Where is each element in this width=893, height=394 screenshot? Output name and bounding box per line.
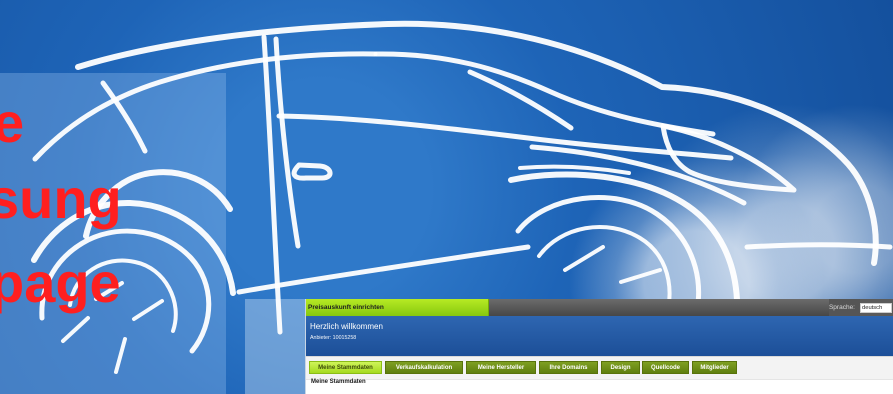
top-bar: Preisauskunft einrichten Sprache: deutsc… (306, 299, 893, 316)
welcome-header: Herzlich willkommen Anbieter: 10015258 (306, 316, 893, 356)
language-select[interactable]: deutsch (860, 302, 892, 313)
top-bar-spacer (489, 299, 829, 316)
tabs-row: Meine Stammdaten Verkaufskalkulation Mei… (306, 356, 893, 380)
section-title: Meine Stammdaten (311, 379, 366, 385)
tab-ihre-domains[interactable]: Ihre Domains (539, 361, 598, 374)
hero-red-text-line-2: sung (0, 167, 122, 230)
hero-red-text-line-1: e (0, 91, 25, 154)
tab-design[interactable]: Design (601, 361, 640, 374)
pricing-app-panel: Preisauskunft einrichten Sprache: deutsc… (305, 299, 893, 394)
tab-quellcode[interactable]: Quellcode (642, 361, 689, 374)
hero-red-text-line-3: page (0, 251, 121, 314)
tab-mitglieder[interactable]: Mitglieder (692, 361, 737, 374)
tab-meine-hersteller[interactable]: Meine Hersteller (466, 361, 536, 374)
welcome-title: Herzlich willkommen (310, 322, 383, 331)
top-bar-title[interactable]: Preisauskunft einrichten (306, 299, 489, 316)
language-label: Sprache: (828, 299, 860, 316)
vendor-id-text: Anbieter: 10015258 (310, 335, 357, 341)
hero-banner: e sung page Preisauskunft einrichten Spr… (0, 0, 893, 394)
tab-meine-stammdaten[interactable]: Meine Stammdaten (309, 361, 382, 374)
tab-verkaufskalkulation[interactable]: Verkaufskalkulation (385, 361, 463, 374)
